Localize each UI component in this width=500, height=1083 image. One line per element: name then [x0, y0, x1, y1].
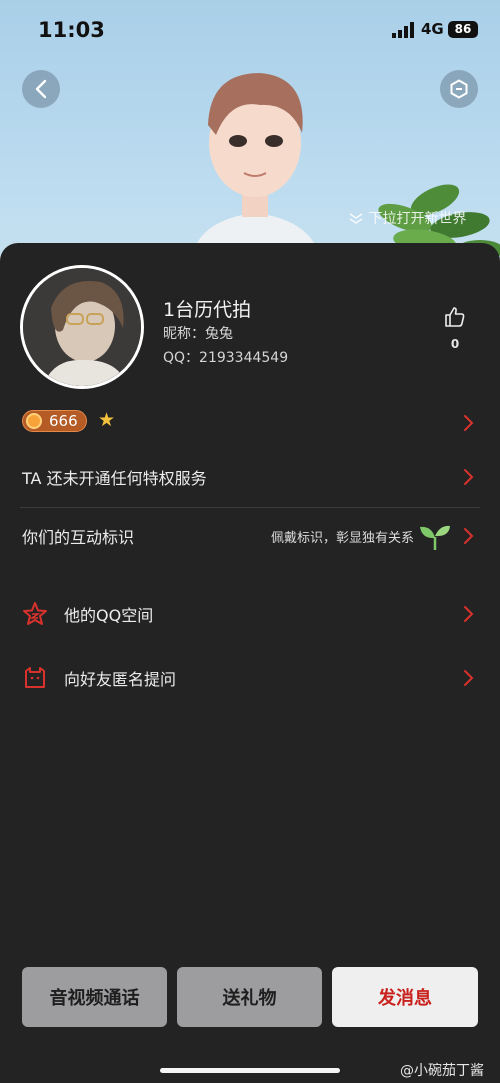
cartoon-avatar — [190, 73, 322, 262]
watermark: @小碗茄丁酱 — [400, 1063, 484, 1079]
send-message-button[interactable]: 发消息 — [332, 967, 478, 1027]
home-indicator[interactable] — [160, 1068, 340, 1073]
anonymous-question-label: 向好友匿名提问 — [64, 670, 177, 689]
more-button[interactable] — [440, 70, 478, 108]
level-badge: 666 — [22, 410, 87, 432]
status-time: 11:03 — [38, 18, 105, 42]
level-value: 666 — [49, 412, 78, 430]
thumbs-up-icon — [445, 307, 465, 327]
qzone-row[interactable]: 他的QQ空间 — [0, 589, 500, 639]
star-icon: ★ — [98, 409, 116, 431]
like-button[interactable]: 0 — [441, 305, 469, 351]
qzone-label: 他的QQ空间 — [64, 606, 154, 625]
hexagon-icon — [450, 79, 468, 99]
divider — [20, 507, 480, 508]
cat-box-icon — [25, 667, 45, 688]
like-count: 0 — [450, 337, 460, 351]
chevron-right-icon — [464, 528, 474, 544]
privilege-row[interactable]: TA 还未开通任何特权服务 — [0, 452, 500, 502]
profile-nickname: 昵称：兔兔 — [163, 326, 233, 342]
anonymous-question-row[interactable]: 向好友匿名提问 — [0, 653, 500, 703]
profile-name: 1台历代拍 — [163, 299, 252, 321]
video-call-button[interactable]: 音视频通话 — [22, 967, 167, 1027]
double-chevron-down-icon — [349, 213, 363, 224]
privilege-text: TA 还未开通任何特权服务 — [22, 469, 207, 488]
signal-icon — [392, 22, 414, 38]
interaction-mark-row[interactable]: 你们的互动标识 佩戴标识，彰显独有关系 — [0, 511, 500, 561]
battery-icon: 86 — [448, 21, 478, 38]
profile-avatar[interactable] — [20, 265, 144, 389]
star-outline-icon — [23, 602, 47, 625]
pulldown-hint-text: 下拉打开新世界 — [368, 211, 467, 227]
pulldown-hint: 下拉打开新世界 — [348, 208, 466, 228]
sprout-icon — [420, 525, 450, 550]
status-bar: 11:03 4G 86 — [0, 0, 500, 60]
chevron-right-icon — [464, 606, 474, 622]
profile-card: 1台历代拍 昵称：兔兔 QQ：2193344549 0 666 ★ TA 还未开… — [0, 243, 500, 1083]
interaction-mark-hint: 佩戴标识，彰显独有关系 — [270, 530, 414, 546]
chevron-right-icon — [464, 670, 474, 686]
chevron-right-icon — [464, 415, 474, 431]
profile-qq-number: QQ：2193344549 — [163, 350, 289, 366]
profile-cover: 11:03 4G 86 下拉打开新世界 — [0, 0, 500, 262]
network-type: 4G — [421, 20, 444, 38]
coin-icon — [26, 413, 42, 429]
send-gift-button[interactable]: 送礼物 — [177, 967, 322, 1027]
avatar-photo — [23, 268, 141, 386]
chevron-right-icon — [464, 469, 474, 485]
level-row[interactable]: 666 ★ — [0, 398, 500, 448]
chevron-left-icon — [35, 79, 47, 99]
back-button[interactable] — [22, 70, 60, 108]
interaction-mark-title: 你们的互动标识 — [22, 528, 135, 547]
